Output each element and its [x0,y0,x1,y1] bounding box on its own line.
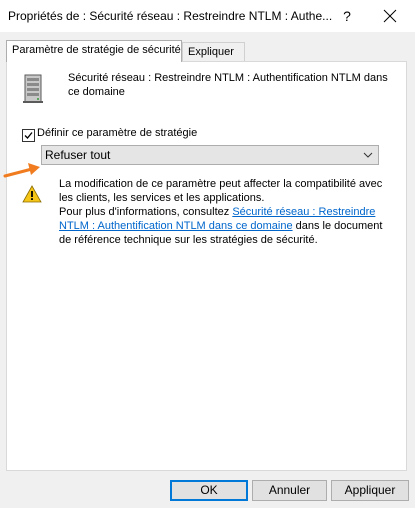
more-info-prefix: Pour plus d'informations, consultez [59,206,233,218]
policy-value-dropdown[interactable]: Refuser tout [41,145,379,165]
title-bar: Propriétés de : Sécurité réseau : Restre… [0,0,415,32]
define-policy-checkbox[interactable] [22,129,35,142]
chevron-down-icon [363,152,373,158]
cancel-button[interactable]: Annuler [252,480,327,501]
warning-icon [22,185,42,203]
orange-pointer-arrow-icon [3,163,40,178]
tab-explain[interactable]: Expliquer [182,42,245,62]
checkmark-icon [24,132,33,139]
ok-button[interactable]: OK [170,480,248,501]
help-button[interactable]: ? [335,4,359,28]
tab-panel [6,61,407,471]
window-title: Propriétés de : Sécurité réseau : Restre… [8,9,333,23]
apply-button[interactable]: Appliquer [331,480,409,501]
policy-heading: Sécurité réseau : Restreindre NTLM : Aut… [68,72,388,98]
server-policy-icon [23,74,43,103]
dropdown-selected-value: Refuser tout [45,148,111,162]
warning-text: La modification de ce paramètre peut aff… [59,178,383,204]
close-icon [383,9,397,23]
close-button[interactable] [372,4,408,28]
define-policy-label[interactable]: Définir ce paramètre de stratégie [37,127,197,139]
tab-security-policy-setting[interactable]: Paramètre de stratégie de sécurité [6,40,182,62]
compatibility-warning: La modification de ce paramètre peut aff… [59,177,384,247]
